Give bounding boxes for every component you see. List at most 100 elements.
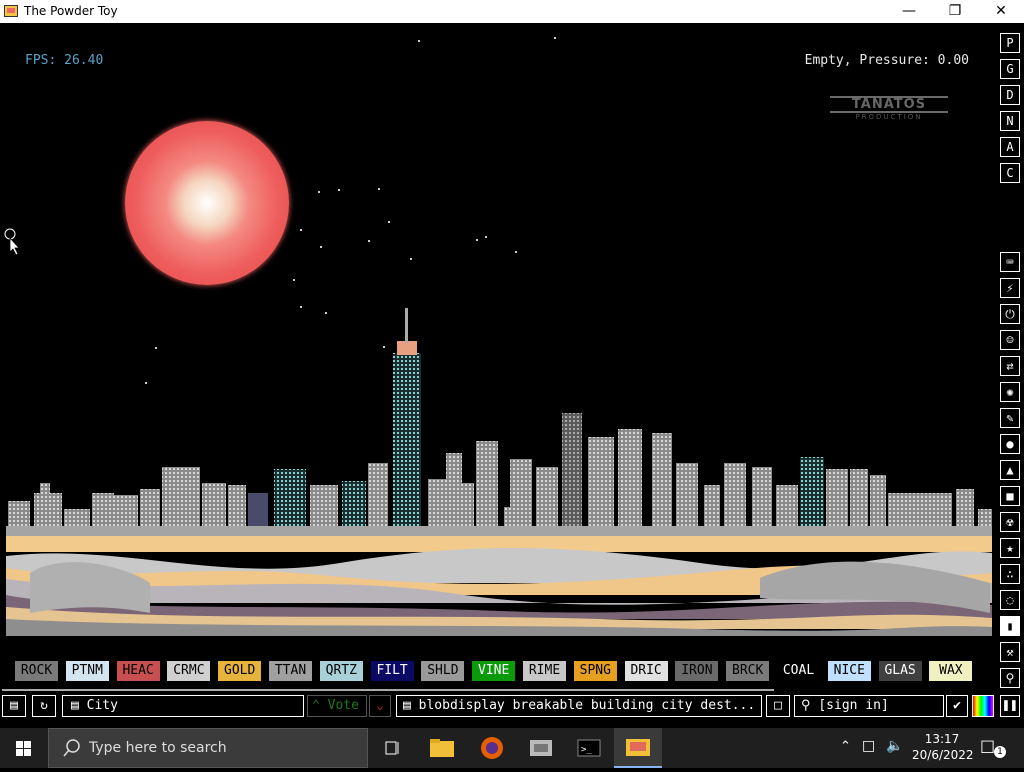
element-crmc-button[interactable]: CRMC: [167, 661, 211, 681]
powder-toy-taskbar-button[interactable]: [614, 728, 662, 768]
power-icon: ⏻: [1005, 307, 1015, 321]
app-icon: [4, 5, 18, 17]
reload-button[interactable]: ↻: [32, 695, 56, 717]
element-coal-button[interactable]: COAL: [777, 661, 820, 681]
title-bar: The Powder Toy — ❐ ✕: [0, 0, 1024, 23]
terminal-button[interactable]: >_: [566, 728, 614, 768]
menu-c-button[interactable]: C: [1000, 163, 1020, 183]
open-browser-button[interactable]: ▤: [2, 695, 26, 717]
clock-time: 13:17: [924, 732, 960, 746]
sign-in-label: [sign in]: [818, 698, 889, 713]
element-filt-button[interactable]: FILT: [370, 661, 414, 681]
settings-button[interactable]: ✔: [946, 695, 968, 717]
firefox-button[interactable]: [468, 728, 516, 768]
solids-category-button[interactable]: ■: [1000, 486, 1020, 506]
display-mode-button[interactable]: [972, 695, 994, 717]
notifications-button[interactable]: □ 1: [980, 736, 1010, 760]
element-vine-button[interactable]: VINE: [472, 661, 516, 681]
element-rock-button[interactable]: ROCK: [15, 661, 58, 681]
element-qrtz-button[interactable]: QRTZ: [319, 661, 363, 681]
tools2-category-button[interactable]: ⚒: [1000, 642, 1020, 662]
network-button[interactable]: □: [862, 738, 875, 754]
powered-category-button[interactable]: ⏻: [1000, 304, 1020, 324]
close-button[interactable]: ✕: [978, 0, 1024, 23]
save-name-field[interactable]: ▤ City: [62, 695, 304, 717]
vote-up-button[interactable]: ⌃ Vote: [307, 695, 367, 717]
bulb-icon: ◌: [1006, 593, 1014, 607]
electronics-category-button[interactable]: ⚡: [1000, 278, 1020, 298]
element-shld-button[interactable]: SHLD: [421, 661, 465, 681]
menu-a-button[interactable]: A: [1000, 137, 1020, 157]
thumb-up-icon: ⌃: [312, 698, 320, 713]
tags-text: blobdisplay breakable building city dest…: [418, 698, 756, 713]
start-button[interactable]: [0, 728, 48, 768]
element-spng-button[interactable]: SPNG: [573, 661, 617, 681]
checkmark-icon: ✔: [953, 698, 961, 713]
element-heac-button[interactable]: HEAC: [116, 661, 160, 681]
bookmark-icon: ▮: [1006, 619, 1014, 633]
element-gold-button[interactable]: GOLD: [218, 661, 262, 681]
menu-powders-button[interactable]: P: [1000, 33, 1020, 53]
terminal-icon: >_: [577, 739, 601, 757]
element-nice-button[interactable]: NICE: [827, 661, 871, 681]
sign-in-button[interactable]: ⚲ [sign in]: [794, 695, 944, 717]
scroll-bar[interactable]: [2, 689, 774, 691]
element-ptnm-button[interactable]: PTNM: [65, 661, 109, 681]
simulation-canvas[interactable]: FPS: 26.40 Empty, Pressure: 0.00 TANATOS…: [0, 23, 997, 655]
windows-icon: [16, 741, 31, 756]
force-icon: ☺: [1006, 333, 1014, 347]
explosives-category-button[interactable]: ✺: [1000, 382, 1020, 402]
force-category-button[interactable]: ☺: [1000, 330, 1020, 350]
chevron-up-icon: ⌃: [840, 739, 851, 754]
file-explorer-button[interactable]: [418, 728, 466, 768]
taskbar-search[interactable]: Type here to search: [48, 728, 368, 768]
show-hidden-icons-button[interactable]: ⌃: [840, 739, 851, 754]
special-category-button[interactable]: ★: [1000, 538, 1020, 558]
search-icon: ⚲: [1005, 671, 1015, 685]
flask-icon: ▲: [1006, 463, 1014, 477]
keyboard-icon: ⌨: [1006, 255, 1014, 269]
favorites-category-button[interactable]: ▮: [1000, 616, 1020, 636]
element-iron-button[interactable]: IRON: [675, 661, 719, 681]
new-simulation-button[interactable]: □: [766, 695, 790, 717]
clock[interactable]: 13:17 20/6/2022: [912, 731, 974, 763]
app-button[interactable]: [518, 728, 566, 768]
element-ttan-button[interactable]: TTAN: [269, 661, 312, 681]
search-category-button[interactable]: ⚲: [1000, 668, 1020, 688]
element-brck-button[interactable]: BRCK: [726, 661, 770, 681]
keyboard-category-button[interactable]: ⌨: [1000, 252, 1020, 272]
tags-field[interactable]: ▤ blobdisplay breakable building city de…: [396, 695, 762, 717]
element-rime-button[interactable]: RIME: [523, 661, 566, 681]
tools-category-button[interactable]: ✎: [1000, 408, 1020, 428]
volume-button[interactable]: 🔈: [886, 738, 903, 754]
pause-button[interactable]: ❚❚: [1000, 695, 1020, 717]
sensors-category-button[interactable]: ⇄: [1000, 356, 1020, 376]
notification-count: 1: [994, 746, 1006, 758]
minimize-button[interactable]: —: [886, 0, 932, 23]
pen-icon: ✎: [1006, 411, 1014, 425]
powders-category-button[interactable]: ∴: [1000, 564, 1020, 584]
menu-display-button[interactable]: D: [1000, 85, 1020, 105]
page-icon: □: [774, 698, 782, 713]
element-glas-button[interactable]: GLAS: [878, 661, 922, 681]
search-icon: [63, 739, 80, 757]
vote-down-button[interactable]: ⌄: [369, 695, 391, 717]
clock-date: 20/6/2022: [912, 748, 974, 762]
radioactive-category-button[interactable]: ☢: [1000, 512, 1020, 532]
save-name: City: [86, 698, 118, 713]
solid-icon: ■: [1006, 489, 1014, 503]
element-dric-button[interactable]: DRIC: [624, 661, 668, 681]
element-wax-button[interactable]: WAX: [929, 661, 973, 681]
menu-gravity-button[interactable]: G: [1000, 59, 1020, 79]
life-category-button[interactable]: ◌: [1000, 590, 1020, 610]
app-icon: [530, 740, 552, 756]
vote-label: Vote: [327, 698, 359, 713]
buildings: [8, 308, 992, 526]
menu-n-button[interactable]: N: [1000, 111, 1020, 131]
maximize-button[interactable]: ❐: [932, 0, 978, 23]
gases-category-button[interactable]: ▲: [1000, 460, 1020, 480]
powder-toy-icon: [626, 739, 650, 756]
save-icon: ▤: [71, 698, 79, 713]
liquids-category-button[interactable]: ●: [1000, 434, 1020, 454]
task-view-button[interactable]: [368, 728, 416, 768]
